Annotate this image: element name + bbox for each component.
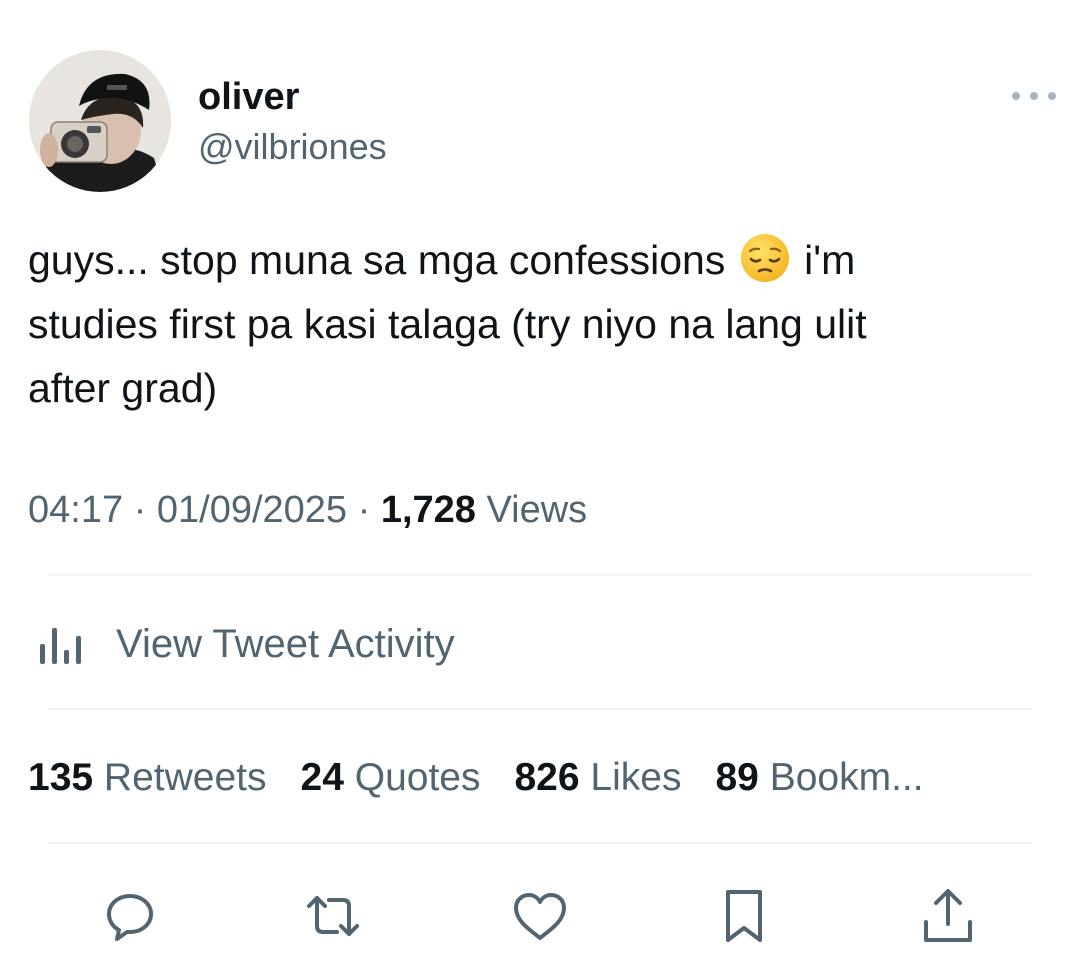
bookmark-icon [726,890,762,942]
engagement-stats: 135 Retweets 24 Quotes 826 Likes 89 Book… [28,752,958,804]
retweets-stat[interactable]: 135 Retweets [28,752,267,804]
tweet-meta: 04:17 · 01/09/2025 · 1,728 Views [28,486,587,534]
share-button[interactable] [918,886,978,946]
like-button[interactable] [510,886,570,946]
tweet-date[interactable]: 01/09/2025 [157,489,347,531]
share-icon [924,889,972,942]
likes-stat[interactable]: 826 Likes [514,752,681,804]
divider [48,574,1032,576]
action-bar [0,886,1080,946]
meta-separator: · [357,489,371,531]
tweet-detail: oliver @vilbriones guys... stop muna sa … [0,0,1080,973]
quotes-stat[interactable]: 24 Quotes [301,752,481,804]
bookmarks-stat[interactable]: 89 Bookm... [715,752,923,804]
meta-separator: · [133,489,147,531]
bookmark-button[interactable] [714,886,774,946]
divider [48,842,1032,844]
pensive-face-emoji-icon [740,234,789,282]
retweet-icon [307,896,359,936]
retweet-button[interactable] [303,886,363,946]
tweet-text-part1: guys... stop muna sa mga confessions [28,237,737,283]
views-count: 1,728 [380,489,476,531]
reply-button[interactable] [100,886,160,946]
display-name[interactable]: oliver [198,74,299,120]
tweet-text: guys... stop muna sa mga confessions i'm… [28,228,1028,420]
like-icon [514,893,566,940]
avatar[interactable] [29,50,171,192]
analytics-icon [40,628,81,664]
user-handle[interactable]: @vilbriones [198,124,387,170]
view-tweet-activity-label: View Tweet Activity [116,621,455,666]
tweet-time[interactable]: 04:17 [28,489,123,531]
view-tweet-activity-button[interactable]: View Tweet Activity [36,614,455,674]
reply-icon [107,894,153,941]
views-label: Views [486,489,588,531]
divider [48,708,1032,710]
more-icon[interactable] [1012,84,1056,108]
